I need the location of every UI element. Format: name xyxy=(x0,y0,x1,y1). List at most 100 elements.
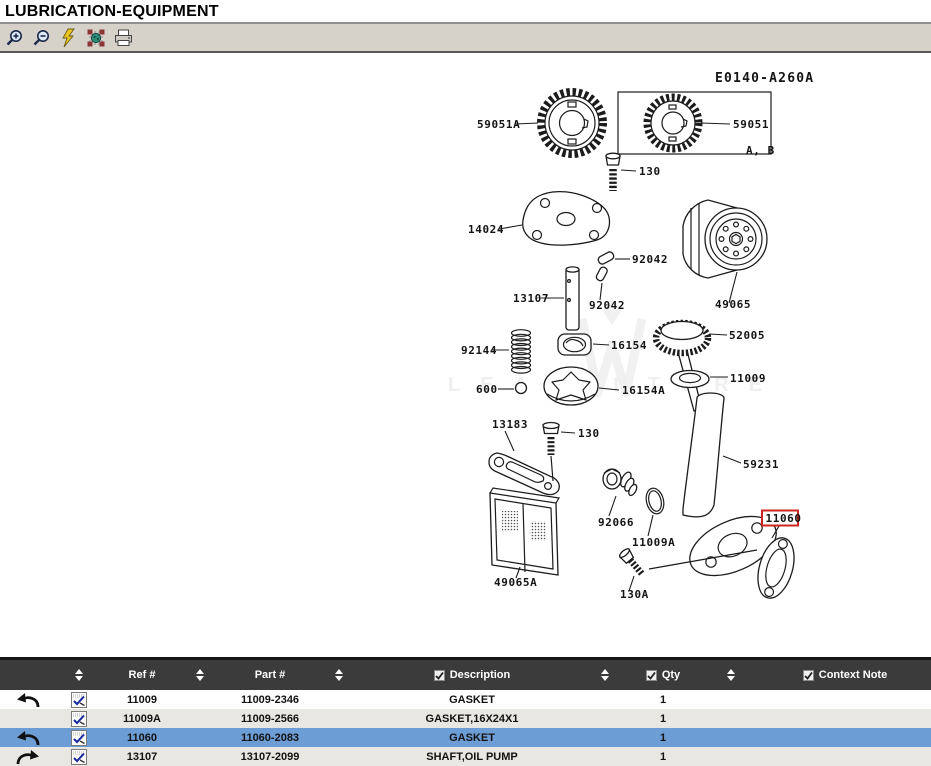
sort-edit-col[interactable] xyxy=(55,660,103,690)
part-label-16154[interactable]: 16154 xyxy=(611,339,647,352)
edit-part-icon[interactable] xyxy=(71,711,87,727)
part-label-13183[interactable]: 13183 xyxy=(492,418,528,431)
zoom-out-button[interactable] xyxy=(31,27,53,49)
part-label-13107[interactable]: 13107 xyxy=(513,292,549,305)
desc-cell: GASKET xyxy=(357,728,587,747)
header-qty: Qty xyxy=(623,660,703,690)
sort-qty[interactable] xyxy=(703,660,759,690)
desc-cell: GASKET xyxy=(357,690,587,709)
redo-arrow-icon[interactable] xyxy=(15,748,41,766)
part-cell: 11009-2346 xyxy=(219,690,321,709)
header-description: Description xyxy=(357,660,587,690)
qty-checkbox[interactable] xyxy=(646,670,657,681)
lightning-icon xyxy=(60,28,78,48)
shaft-13107 xyxy=(566,267,579,330)
part-label-59231[interactable]: 59231 xyxy=(743,458,779,471)
sort-ref[interactable] xyxy=(181,660,219,690)
note-cell xyxy=(759,690,931,709)
rotor-16154 xyxy=(558,334,591,355)
part-label-600[interactable]: 600 xyxy=(476,383,498,396)
part-label-59051[interactable]: 59051 xyxy=(733,118,769,131)
qty-cell: 1 xyxy=(623,690,703,709)
print-button[interactable] xyxy=(112,27,134,49)
header-arrow-col xyxy=(0,660,55,690)
note-cell xyxy=(759,709,931,728)
edit-part-icon[interactable] xyxy=(71,730,87,746)
bolt-130a xyxy=(618,547,647,578)
spring-92144 xyxy=(512,330,531,373)
ref-cell: 11009A xyxy=(103,709,181,728)
undo-arrow-icon[interactable] xyxy=(15,691,41,709)
part-label-11009[interactable]: 11009 xyxy=(730,372,766,385)
desc-cell: GASKET,16X24X1 xyxy=(357,709,587,728)
table-row-selected[interactable]: 11060 11060-2083 GASKET 1 xyxy=(0,728,931,747)
table-row[interactable]: 13107 13107-2099 SHAFT,OIL PUMP 1 xyxy=(0,747,931,766)
sort-part[interactable] xyxy=(321,660,357,690)
rotor-16154a xyxy=(544,367,598,405)
part-label-11009a[interactable]: 11009A xyxy=(632,536,675,549)
part-label-59051a[interactable]: 59051A xyxy=(477,118,520,131)
zoom-out-icon xyxy=(32,28,52,48)
part-label-130-top[interactable]: 130 xyxy=(639,165,661,178)
description-checkbox[interactable] xyxy=(434,670,445,681)
parts-diagram: LEAVENTURE E0140-A260A xyxy=(0,57,931,657)
part-label-16154a[interactable]: 16154A xyxy=(622,384,665,397)
edit-part-icon[interactable] xyxy=(71,749,87,765)
gear-59051a xyxy=(541,92,603,154)
part-label-49065a[interactable]: 49065A xyxy=(494,576,537,589)
part-cell: 11060-2083 xyxy=(219,728,321,747)
parts-table: Ref # Part # Description Qty Context Not… xyxy=(0,657,931,766)
qty-cell: 1 xyxy=(623,728,703,747)
screen-49065a xyxy=(490,488,559,575)
highlighted-part-callout[interactable]: 11060 xyxy=(762,511,802,526)
hotspot-map-icon xyxy=(86,28,106,48)
ball-600 xyxy=(516,383,527,394)
part-label-92144[interactable]: 92144 xyxy=(461,344,497,357)
qty-cell: 1 xyxy=(623,747,703,766)
plate-14024 xyxy=(523,192,610,246)
part-label-130a[interactable]: 130A xyxy=(620,588,649,601)
part-label-52005[interactable]: 52005 xyxy=(729,329,765,342)
undo-arrow-icon[interactable] xyxy=(15,729,41,747)
ref-cell: 11060 xyxy=(103,728,181,747)
plug-92066 xyxy=(603,469,642,497)
sort-description[interactable] xyxy=(587,660,623,690)
part-label-11060[interactable]: 11060 xyxy=(766,512,802,525)
print-icon xyxy=(113,28,133,48)
header-part: Part # xyxy=(219,660,321,690)
oil-filter-49065 xyxy=(683,200,767,278)
desc-cell: SHAFT,OIL PUMP xyxy=(357,747,587,766)
edit-part-icon[interactable] xyxy=(71,692,87,708)
part-label-92042-a[interactable]: 92042 xyxy=(632,253,668,266)
gear-59051 xyxy=(647,97,699,149)
ref-cell: 11009 xyxy=(103,690,181,709)
pin-92042-b xyxy=(595,266,608,282)
part-label-130-bracket[interactable]: 130 xyxy=(578,427,600,440)
hotspot-map-button[interactable] xyxy=(85,27,107,49)
table-row[interactable]: 11009 11009-2346 GASKET 1 xyxy=(0,690,931,709)
part-label-92042-b[interactable]: 92042 xyxy=(589,299,625,312)
diagram-code: E0140-A260A xyxy=(715,71,814,86)
toolbar xyxy=(0,24,931,53)
table-row[interactable]: 11009A 11009-2566 GASKET,16X24X1 1 xyxy=(0,709,931,728)
oring-11009a xyxy=(644,486,667,515)
page-header: LUBRICATION-EQUIPMENT xyxy=(0,0,931,24)
zoom-in-icon xyxy=(5,28,25,48)
part-label-49065[interactable]: 49065 xyxy=(715,298,751,311)
variant-note: A, B xyxy=(746,144,775,157)
parts-table-header: Ref # Part # Description Qty Context Not… xyxy=(0,657,931,690)
note-cell xyxy=(759,747,931,766)
bracket-13183 xyxy=(489,453,559,495)
part-cell: 11009-2566 xyxy=(219,709,321,728)
lightning-button[interactable] xyxy=(58,27,80,49)
bolt-130-bracket xyxy=(543,423,559,482)
header-ref: Ref # xyxy=(103,660,181,690)
zoom-in-button[interactable] xyxy=(4,27,26,49)
ref-cell: 13107 xyxy=(103,747,181,766)
context-note-checkbox[interactable] xyxy=(803,670,814,681)
part-label-14024[interactable]: 14024 xyxy=(468,223,504,236)
qty-cell: 1 xyxy=(623,709,703,728)
part-cell: 13107-2099 xyxy=(219,747,321,766)
washer-11009 xyxy=(671,371,709,388)
part-label-92066[interactable]: 92066 xyxy=(598,516,634,529)
